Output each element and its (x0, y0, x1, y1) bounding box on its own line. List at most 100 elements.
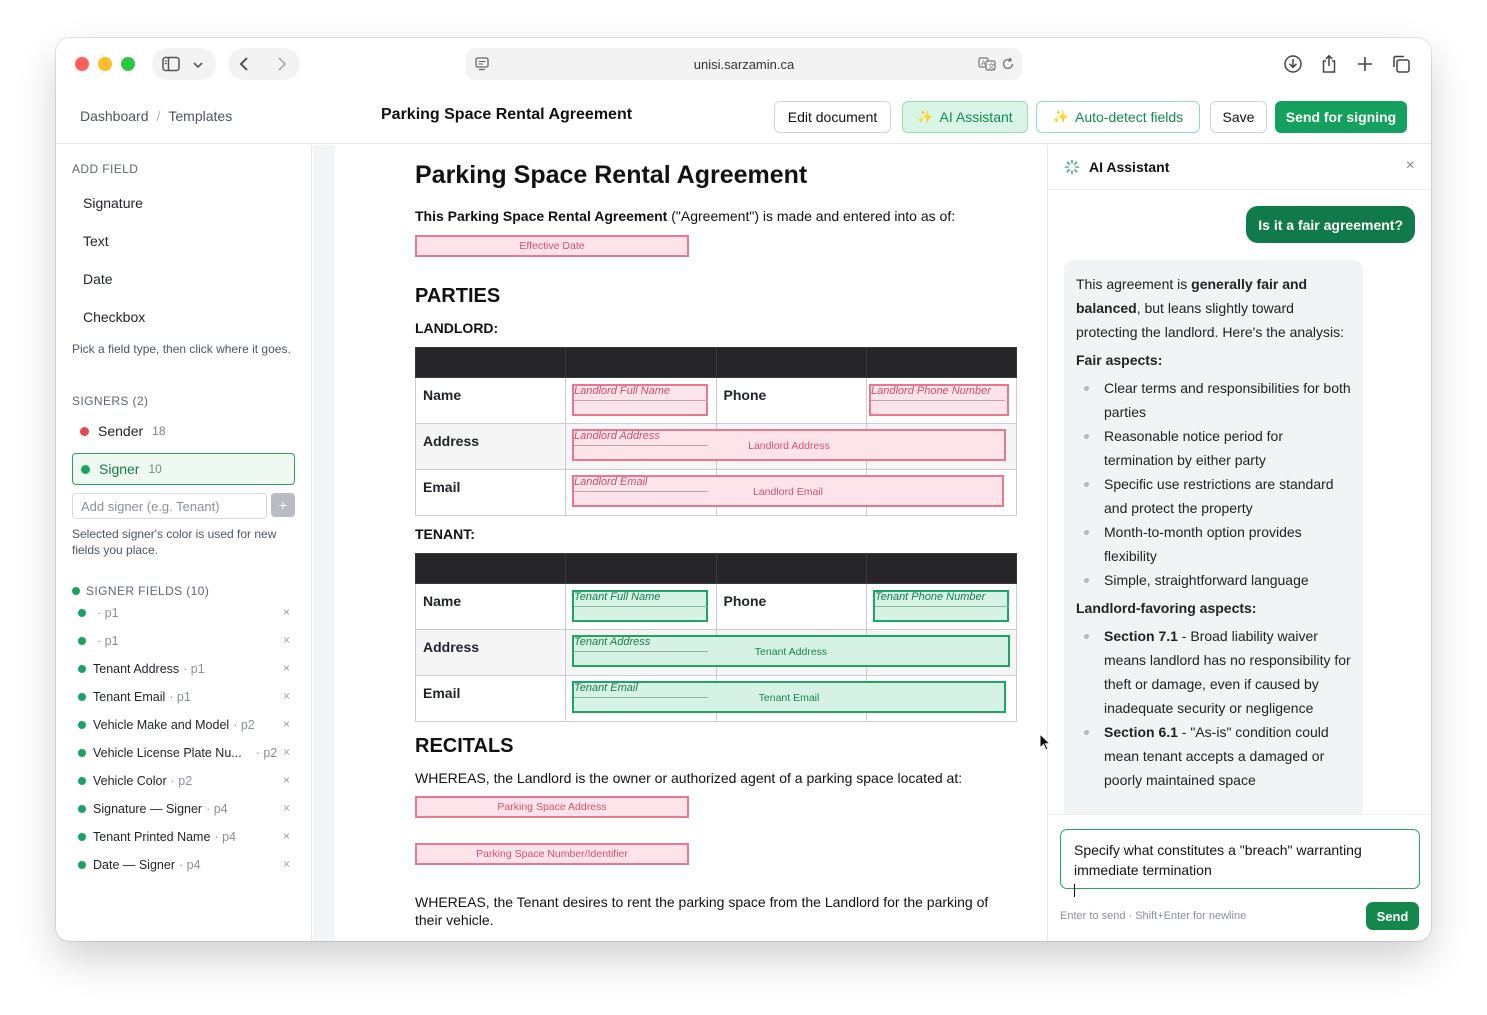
field-name: Vehicle License Plate Nu... (93, 746, 242, 760)
minimize-window-button[interactable] (98, 57, 112, 71)
field-color-dot (78, 665, 86, 673)
assistant-message: This agreement is generally fair and bal… (1064, 260, 1363, 820)
field-color-dot (78, 777, 86, 785)
share-icon[interactable] (1313, 48, 1345, 80)
remove-field-icon[interactable]: × (283, 829, 290, 843)
email-label: Email (414, 675, 567, 722)
remove-field-icon[interactable]: × (283, 717, 290, 731)
field-color-dot (78, 805, 86, 813)
field-color-dot (78, 637, 86, 645)
whereas-owner: WHEREAS, the Landlord is the owner or au… (415, 770, 963, 786)
email-label: Email (414, 469, 567, 516)
signer-field-item[interactable]: Vehicle License Plate Nu... · p2 × (78, 743, 290, 763)
page-settings-icon[interactable] (474, 56, 490, 75)
field-name: Signature — Signer (93, 802, 203, 816)
reload-icon[interactable] (1000, 56, 1016, 75)
ai-panel-title: AI Assistant (1089, 159, 1170, 175)
send-for-signing-button[interactable]: Send for signing (1275, 101, 1407, 133)
forward-arrow-icon[interactable] (274, 56, 288, 77)
list-item: Reasonable notice period for termination… (1076, 424, 1351, 472)
document-canvas[interactable]: Parking Space Rental Agreement This Park… (313, 145, 1047, 941)
field-label: Tenant Full Name (574, 591, 661, 603)
field-page: · p4 (178, 858, 201, 872)
signer-color-dot (81, 464, 90, 474)
send-for-signing-label: Send for signing (1285, 109, 1397, 125)
landlord-aspects-list: Section 7.1 - Broad liability waiver mea… (1076, 624, 1351, 792)
reply-intro: This agreement is generally fair and bal… (1076, 272, 1351, 344)
ai-message-input[interactable]: Specify what constitutes a "breach" warr… (1060, 829, 1420, 897)
remove-field-icon[interactable]: × (283, 745, 290, 759)
tenant-email-field[interactable]: Tenant Email Tenant Email (572, 681, 1006, 713)
fair-aspects-list: Clear terms and responsibilities for bot… (1076, 376, 1351, 592)
breadcrumb-dashboard[interactable]: Dashboard (80, 108, 149, 124)
auto-detect-fields-button[interactable]: ✨ Auto-detect fields (1036, 101, 1200, 133)
pick-field-help: Pick a field type, then click where it g… (72, 342, 291, 356)
signer-sender[interactable]: Sender 18 (72, 415, 295, 447)
field-label: Tenant Phone Number (875, 591, 986, 603)
breadcrumb-separator: / (156, 108, 161, 124)
sidebar-icon[interactable] (162, 56, 180, 77)
signer-field-item[interactable]: Tenant Printed Name · p4 × (78, 827, 290, 847)
list-item: Simple, straightforward language (1076, 568, 1351, 592)
signer-field-item[interactable]: · p1 × (78, 631, 290, 651)
landlord-heading: LANDLORD: (415, 320, 499, 336)
document-title: Parking Space Rental Agreement (415, 161, 808, 189)
page-title: Parking Space Rental Agreement (381, 106, 633, 123)
signer-field-item[interactable]: Signature — Signer · p4 × (78, 799, 290, 819)
signer-field-item[interactable]: · p1 × (78, 603, 290, 623)
remove-field-icon[interactable]: × (283, 801, 290, 815)
field-type-signature[interactable]: Signature (83, 195, 143, 211)
translate-icon[interactable]: A文 (978, 56, 996, 75)
field-underline (875, 606, 1009, 607)
close-window-button[interactable] (75, 57, 89, 71)
remove-field-icon[interactable]: × (283, 633, 290, 647)
send-message-button[interactable]: Send (1366, 902, 1419, 930)
add-signer-input[interactable]: Add signer (e.g. Tenant) (72, 493, 267, 519)
remove-field-icon[interactable]: × (283, 689, 290, 703)
field-type-date[interactable]: Date (83, 271, 113, 287)
landlord-full-name-field[interactable]: Landlord Full Name (572, 384, 708, 416)
remove-field-icon[interactable]: × (283, 857, 290, 871)
parking-space-address-field[interactable]: Parking Space Address (415, 796, 689, 818)
signer-field-item[interactable]: Vehicle Color · p2 × (78, 771, 290, 791)
downloads-icon[interactable] (1277, 48, 1309, 80)
field-type-text[interactable]: Text (83, 233, 109, 249)
save-button[interactable]: Save (1210, 101, 1267, 133)
tenant-full-name-field[interactable]: Tenant Full Name (572, 590, 708, 622)
browser-toolbar: unisi.sarzamin.ca A文 (56, 38, 1431, 90)
sparkle-icon: ✨ (917, 109, 934, 124)
field-name: Date — Signer (93, 858, 175, 872)
new-tab-icon[interactable] (1349, 48, 1381, 80)
field-type-checkbox[interactable]: Checkbox (83, 309, 145, 325)
field-center-label: Landlord Email (752, 486, 824, 498)
signer-field-item[interactable]: Date — Signer · p4 × (78, 855, 290, 875)
address-bar[interactable]: unisi.sarzamin.ca A文 (466, 48, 1022, 80)
breadcrumb-templates[interactable]: Templates (168, 108, 232, 124)
parking-space-number-field[interactable]: Parking Space Number/Identifier (415, 843, 689, 865)
name-label: Name (414, 583, 567, 630)
back-arrow-icon[interactable] (238, 56, 252, 77)
tenant-phone-field[interactable]: Tenant Phone Number (873, 590, 1009, 622)
landlord-address-field[interactable]: Landlord Address Landlord Address (572, 429, 1006, 461)
landlord-email-field[interactable]: Landlord Email Landlord Email (572, 475, 1004, 507)
ai-assistant-button[interactable]: ✨ AI Assistant (902, 101, 1028, 133)
remove-field-icon[interactable]: × (283, 661, 290, 675)
remove-field-icon[interactable]: × (283, 773, 290, 787)
effective-date-field[interactable]: Effective Date (415, 235, 689, 257)
maximize-window-button[interactable] (121, 57, 135, 71)
signer-signer[interactable]: Signer 10 (72, 453, 295, 485)
close-icon[interactable]: × (1406, 157, 1415, 175)
signer-field-item[interactable]: Tenant Address · p1 × (78, 659, 290, 679)
remove-field-icon[interactable]: × (283, 605, 290, 619)
edit-document-button[interactable]: Edit document (774, 101, 891, 133)
tab-overview-icon[interactable] (1385, 48, 1417, 80)
add-signer-button[interactable]: + (271, 493, 295, 517)
signer-field-item[interactable]: Vehicle Make and Model · p2 × (78, 715, 290, 735)
auto-detect-label: Auto-detect fields (1075, 109, 1184, 125)
tenant-address-field[interactable]: Tenant Address Tenant Address (572, 635, 1010, 667)
signer-field-item[interactable]: Tenant Email · p1 × (78, 687, 290, 707)
chevron-down-icon[interactable] (192, 58, 204, 76)
field-color-dot (78, 693, 86, 701)
landlord-phone-field[interactable]: Landlord Phone Number (869, 384, 1009, 416)
signer-field-count: 10 (148, 462, 162, 476)
